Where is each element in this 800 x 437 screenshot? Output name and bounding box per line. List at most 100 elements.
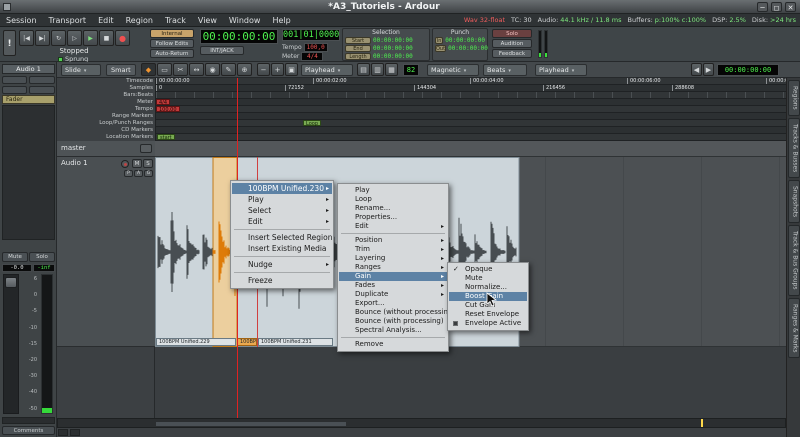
menu-item-rename[interactable]: Rename...	[339, 204, 447, 213]
feedback-button[interactable]: Feedback	[492, 49, 532, 58]
menu-item-select[interactable]: Select▸	[232, 205, 332, 216]
goto-start-button[interactable]: |◀	[19, 30, 34, 46]
menu-item-trim[interactable]: Trim▸	[339, 245, 447, 254]
menu-item-fades[interactable]: Fades▸	[339, 281, 447, 290]
master-track-lane[interactable]	[155, 141, 786, 157]
strip-group-button[interactable]	[2, 86, 27, 94]
menu-item-bounce-with-processing[interactable]: Bounce (with processing)	[339, 317, 447, 326]
auto-return-button[interactable]: Auto-Return	[150, 49, 194, 58]
menu-item-ranges[interactable]: Ranges▸	[339, 263, 447, 272]
punch-out-button[interactable]: Out	[435, 45, 446, 52]
smart-mode-button[interactable]: Smart	[106, 64, 136, 76]
menu-item-nudge[interactable]: Nudge▸	[232, 259, 332, 270]
punch-in-button[interactable]: In	[435, 37, 443, 44]
region-plate-100bpm-unified-229[interactable]: 100BPM Unified.229	[156, 338, 236, 346]
tab-regions[interactable]: Regions	[788, 80, 800, 116]
track-height-medium-button[interactable]: ▥	[371, 63, 384, 76]
play-button[interactable]: ▶	[83, 30, 98, 46]
draw-tool[interactable]: ✎	[221, 63, 236, 76]
edit-point-dropdown[interactable]: Playhead	[535, 64, 587, 76]
tab-track-bus-groups[interactable]: Track & Bus Groups	[788, 225, 800, 296]
zoom-fit-button[interactable]: ▣	[285, 63, 298, 76]
output-button[interactable]	[2, 417, 55, 424]
primary-clock[interactable]: 00:00:00:00	[200, 29, 278, 44]
minimize-button[interactable]: ─	[757, 2, 768, 12]
zoom-in-button[interactable]: +	[271, 63, 284, 76]
audition-tool[interactable]: ◉	[205, 63, 220, 76]
master-track-name[interactable]: master	[61, 144, 86, 152]
meter-display[interactable]: Meter 4/4	[282, 52, 323, 61]
menu-item-freeze[interactable]: Freeze	[232, 275, 332, 286]
play-range-button[interactable]: ▷	[67, 30, 82, 46]
track-height-large-button[interactable]: ▦	[385, 63, 398, 76]
midi-panic-button[interactable]: !	[3, 30, 16, 56]
record-button[interactable]: ●	[115, 30, 130, 46]
menu-item-insert-existing-media[interactable]: Insert Existing Media	[232, 243, 332, 254]
tab-tracks-busses[interactable]: Tracks & Busses	[788, 118, 800, 178]
menu-item-layering[interactable]: Layering▸	[339, 254, 447, 263]
audition-button[interactable]: Audition	[492, 39, 532, 48]
selection-start-clock[interactable]: 00:00:00:00	[373, 37, 413, 44]
zoom-out-button[interactable]: −	[257, 63, 270, 76]
internal-button[interactable]: Internal	[150, 29, 194, 38]
stretch-tool[interactable]: ↔	[189, 63, 204, 76]
menu-item-export[interactable]: Export...	[339, 299, 447, 308]
selection-length-button[interactable]: Length	[345, 53, 371, 60]
menu-help[interactable]: Help	[266, 14, 296, 27]
stop-button[interactable]: ■	[99, 30, 114, 46]
solo-button[interactable]: Solo	[492, 29, 532, 38]
nudge-clock[interactable]: 00:00:00:00	[717, 64, 779, 76]
comments-button[interactable]: Comments	[2, 426, 55, 435]
menu-track[interactable]: Track	[159, 14, 192, 27]
strip-input-button[interactable]	[2, 76, 27, 84]
edit-mode-dropdown[interactable]: Slide	[61, 64, 101, 76]
snap-unit-dropdown[interactable]: Beats	[483, 64, 527, 76]
menu-item-properties[interactable]: Properties...	[339, 213, 447, 222]
selection-start-button[interactable]: Start	[345, 37, 371, 44]
ruler-range-markers[interactable]	[156, 113, 786, 120]
track-s-button[interactable]: S	[143, 159, 153, 168]
menu-window[interactable]: Window	[223, 14, 267, 27]
menu-item-normalize[interactable]: Normalize...	[449, 283, 527, 292]
tab-snapshots[interactable]: Snapshots	[788, 180, 800, 223]
selection-end-clock[interactable]: 00:00:00:00	[373, 45, 413, 52]
master-button[interactable]	[140, 144, 152, 153]
tab-ranges-marks[interactable]: Ranges & Marks	[788, 298, 800, 359]
tempo-display[interactable]: Tempo 100,0	[282, 43, 328, 52]
gain-display[interactable]: -0.0	[2, 264, 32, 272]
menu-session[interactable]: Session	[0, 14, 43, 27]
record-enable-button[interactable]	[121, 160, 129, 168]
punch-in-clock[interactable]: 00:00:00:00	[445, 37, 485, 44]
peak-display[interactable]: -inf	[33, 264, 55, 272]
menu-item-reset-envelope[interactable]: Reset Envelope	[449, 310, 527, 319]
ruler-tempo[interactable]: 100,00	[156, 106, 786, 113]
window-menu-icon[interactable]	[3, 3, 11, 11]
menu-item-duplicate[interactable]: Duplicate▸	[339, 290, 447, 299]
selection-length-clock[interactable]: 00:00:00:00	[373, 53, 413, 60]
processor-box[interactable]	[2, 105, 55, 240]
menu-item-100bpm-unified-230[interactable]: 100BPM Unified.230▸	[232, 183, 332, 194]
track-p-button[interactable]: P	[124, 170, 133, 177]
menu-item-edit[interactable]: Edit▸	[339, 222, 447, 231]
strip-phase-button[interactable]	[29, 76, 55, 84]
ruler-bars-beats[interactable]	[156, 92, 786, 99]
gain-fader[interactable]	[3, 274, 19, 414]
menu-item-play[interactable]: Play▸	[232, 194, 332, 205]
close-button[interactable]: ✕	[785, 2, 796, 12]
master-track-header[interactable]: master	[57, 141, 155, 157]
marker-4-4[interactable]: 4/4	[156, 99, 170, 105]
selection-end-button[interactable]: End	[345, 45, 371, 52]
marker-start[interactable]: start	[157, 134, 175, 140]
menu-view[interactable]: View	[192, 14, 223, 27]
menu-edit[interactable]: Edit	[92, 14, 120, 27]
audio-track-header[interactable]: Audio 1 MS PAG	[57, 157, 155, 347]
solo-button[interactable]: Solo	[29, 252, 55, 262]
track-m-button[interactable]: M	[132, 159, 142, 168]
zoom-tool[interactable]: ⊕	[237, 63, 252, 76]
menu-item-opaque[interactable]: ✓Opaque	[449, 265, 527, 274]
sync-source-button[interactable]: INT/JACK	[200, 46, 244, 55]
menu-item-remove[interactable]: Remove	[339, 340, 447, 349]
menu-item-insert-selected-region[interactable]: Insert Selected Region	[232, 232, 332, 243]
visible-tracks-lcd[interactable]: 82	[403, 64, 419, 76]
track-g-button[interactable]: G	[144, 170, 153, 177]
